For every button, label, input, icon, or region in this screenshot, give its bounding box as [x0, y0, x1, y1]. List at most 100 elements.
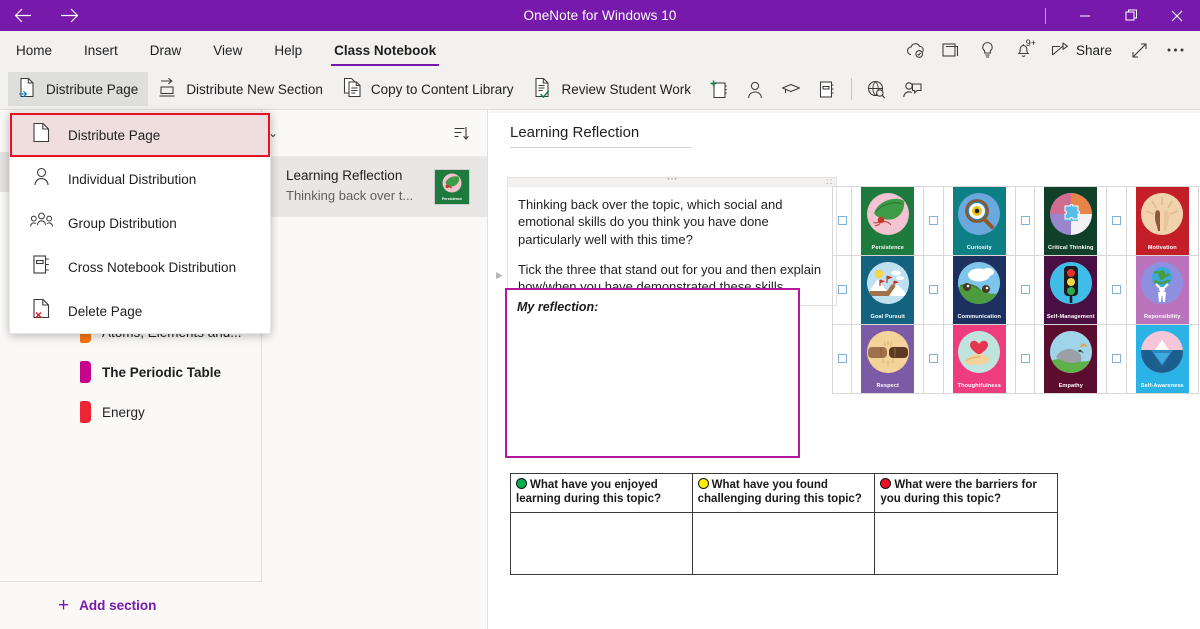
tab-home[interactable]: Home: [0, 31, 68, 69]
expand-arrows-icon[interactable]: [1122, 34, 1156, 66]
skill-card-motivation: Motivation: [1135, 187, 1189, 255]
skill-checkbox-cell[interactable]: [1014, 255, 1036, 325]
skill-checkbox-cell[interactable]: [923, 255, 944, 325]
lightbulb-icon[interactable]: [971, 34, 1005, 66]
answer-cell-enjoyed[interactable]: [510, 511, 693, 575]
cloud-sync-icon[interactable]: [899, 34, 933, 66]
sticky-notes-icon[interactable]: [935, 34, 969, 66]
checkbox-icon[interactable]: [1112, 285, 1121, 294]
back-arrow-icon[interactable]: [0, 0, 46, 31]
skill-checkbox-cell[interactable]: [831, 255, 853, 325]
pages-collapse-chevron-icon[interactable]: ⌄: [268, 126, 278, 140]
checkbox-icon[interactable]: [837, 354, 847, 363]
checkbox-icon[interactable]: [929, 354, 939, 363]
checkbox-icon[interactable]: [1020, 216, 1030, 225]
copy-to-content-library-icon: [343, 77, 363, 101]
answer-cell-challenging[interactable]: [691, 511, 876, 575]
tab-class-notebook[interactable]: Class Notebook: [318, 31, 452, 69]
ribbon-review-student-work[interactable]: Review Student Work: [523, 72, 701, 106]
my-reflection-box[interactable]: My reflection:: [505, 288, 800, 458]
page-delete-icon: [32, 298, 51, 324]
minimize-button[interactable]: [1062, 0, 1108, 31]
sidebar-item-the-periodic-table[interactable]: The Periodic Table: [0, 352, 261, 392]
skill-card-cell[interactable]: Thoughtfulness: [942, 324, 1016, 394]
menu-item-distribute-page[interactable]: Distribute Page: [10, 113, 270, 157]
class-notebook-web-icon[interactable]: [858, 72, 894, 106]
maximize-button[interactable]: [1108, 0, 1154, 31]
skill-checkbox-cell[interactable]: [1106, 186, 1127, 256]
add-section-button[interactable]: + Add section: [0, 581, 262, 629]
ribbon-copy-to-content-library[interactable]: Copy to Content Library: [333, 72, 524, 106]
checkbox-icon[interactable]: [929, 216, 939, 225]
forward-arrow-icon[interactable]: [46, 0, 92, 31]
pages-header: ⌄: [262, 110, 487, 157]
skill-card-thoughtfulness: Thoughtfulness: [952, 325, 1006, 393]
ribbon-review-student-work-label: Review Student Work: [561, 81, 692, 97]
skill-card-cell[interactable]: Goal Pursuit: [851, 255, 925, 325]
close-button[interactable]: [1154, 0, 1200, 31]
skill-checkbox-cell[interactable]: [923, 186, 944, 256]
manage-teachers-icon[interactable]: [773, 72, 809, 106]
ribbon-distribute-page[interactable]: Distribute Page: [8, 72, 149, 106]
question-prompt-box[interactable]: ∷ Thinking back over the topic, which so…: [496, 177, 837, 307]
manage-students-icon[interactable]: [737, 72, 773, 106]
canvas-page-title[interactable]: Learning Reflection: [510, 124, 692, 148]
skill-name: Goal Pursuit: [870, 313, 906, 320]
skill-card-cell[interactable]: Self-Awareness: [1125, 324, 1200, 394]
checkbox-icon[interactable]: [837, 216, 847, 225]
menu-item-delete-page[interactable]: Delete Page: [10, 289, 270, 333]
create-class-notebook-icon[interactable]: [701, 72, 737, 106]
skill-card-cell[interactable]: Persistence: [851, 186, 925, 256]
share-button[interactable]: Share: [1043, 34, 1120, 66]
tab-help[interactable]: Help: [258, 31, 318, 69]
checkbox-icon[interactable]: [929, 285, 939, 294]
sidebar-item-energy[interactable]: Energy: [0, 392, 261, 432]
menu-item-cross-notebook-distribution[interactable]: Cross Notebook Distribution: [10, 245, 270, 289]
section-label: The Periodic Table: [102, 364, 222, 380]
skill-card-cell[interactable]: Communication: [942, 255, 1016, 325]
skill-card-cell[interactable]: Curiosity: [942, 186, 1016, 256]
skill-card-cell[interactable]: Empathy: [1034, 324, 1108, 394]
ellipsis-icon[interactable]: [1158, 34, 1192, 66]
skill-card-self-awareness: Self-Awareness: [1135, 325, 1189, 393]
reflection-question-table: What have you enjoyed learning during th…: [510, 473, 1058, 575]
checkbox-icon[interactable]: [1020, 285, 1030, 294]
skill-checkbox-cell[interactable]: [831, 324, 853, 394]
skill-card-cell[interactable]: Respect: [851, 324, 925, 394]
tab-insert[interactable]: Insert: [68, 31, 134, 69]
ribbon-distribute-new-section[interactable]: Distribute New Section: [148, 72, 333, 106]
skill-card-cell[interactable]: Reponsibility: [1125, 255, 1200, 325]
checkbox-icon[interactable]: [1112, 216, 1121, 225]
page-icon: [32, 122, 51, 148]
checkbox-icon[interactable]: [1112, 354, 1121, 363]
menu-item-group-distribution[interactable]: Group Distribution: [10, 201, 270, 245]
skill-checkbox-cell[interactable]: [1106, 324, 1127, 394]
motivation-illustration-icon: [1141, 193, 1184, 235]
skill-card-cell[interactable]: Critical Thinking: [1034, 186, 1108, 256]
skill-checkbox-cell[interactable]: [831, 186, 853, 256]
tab-view[interactable]: View: [197, 31, 258, 69]
table-row: Goal Pursuit Communication Self-Manageme…: [831, 255, 1200, 325]
list-item[interactable]: Learning Reflection Thinking back over t…: [262, 157, 487, 217]
skill-name: Thoughtfulness: [957, 382, 1001, 389]
sort-icon[interactable]: [447, 120, 473, 146]
table-row: Persistence Curiosity Critical Thinking …: [831, 186, 1200, 256]
skill-checkbox-cell[interactable]: [1014, 324, 1036, 394]
skill-card-respect: Respect: [861, 325, 915, 393]
section-color-tab: [80, 361, 91, 383]
tab-draw[interactable]: Draw: [134, 31, 198, 69]
teacher-feedback-icon[interactable]: [894, 72, 930, 106]
menu-item-individual-distribution[interactable]: Individual Distribution: [10, 157, 270, 201]
notebook-settings-icon[interactable]: [809, 72, 845, 106]
table-row: [510, 511, 1058, 575]
skill-card-cell[interactable]: Self-Management: [1034, 255, 1108, 325]
skill-checkbox-cell[interactable]: [1106, 255, 1127, 325]
checkbox-icon[interactable]: [837, 285, 847, 294]
checkbox-icon[interactable]: [1020, 354, 1030, 363]
answer-cell-barriers[interactable]: [874, 511, 1058, 575]
skill-card-cell[interactable]: Motivation: [1125, 186, 1200, 256]
skill-checkbox-cell[interactable]: [923, 324, 944, 394]
bell-icon[interactable]: 9+: [1007, 34, 1041, 66]
note-container-handle[interactable]: ∷: [508, 177, 836, 187]
skill-checkbox-cell[interactable]: [1014, 186, 1036, 256]
